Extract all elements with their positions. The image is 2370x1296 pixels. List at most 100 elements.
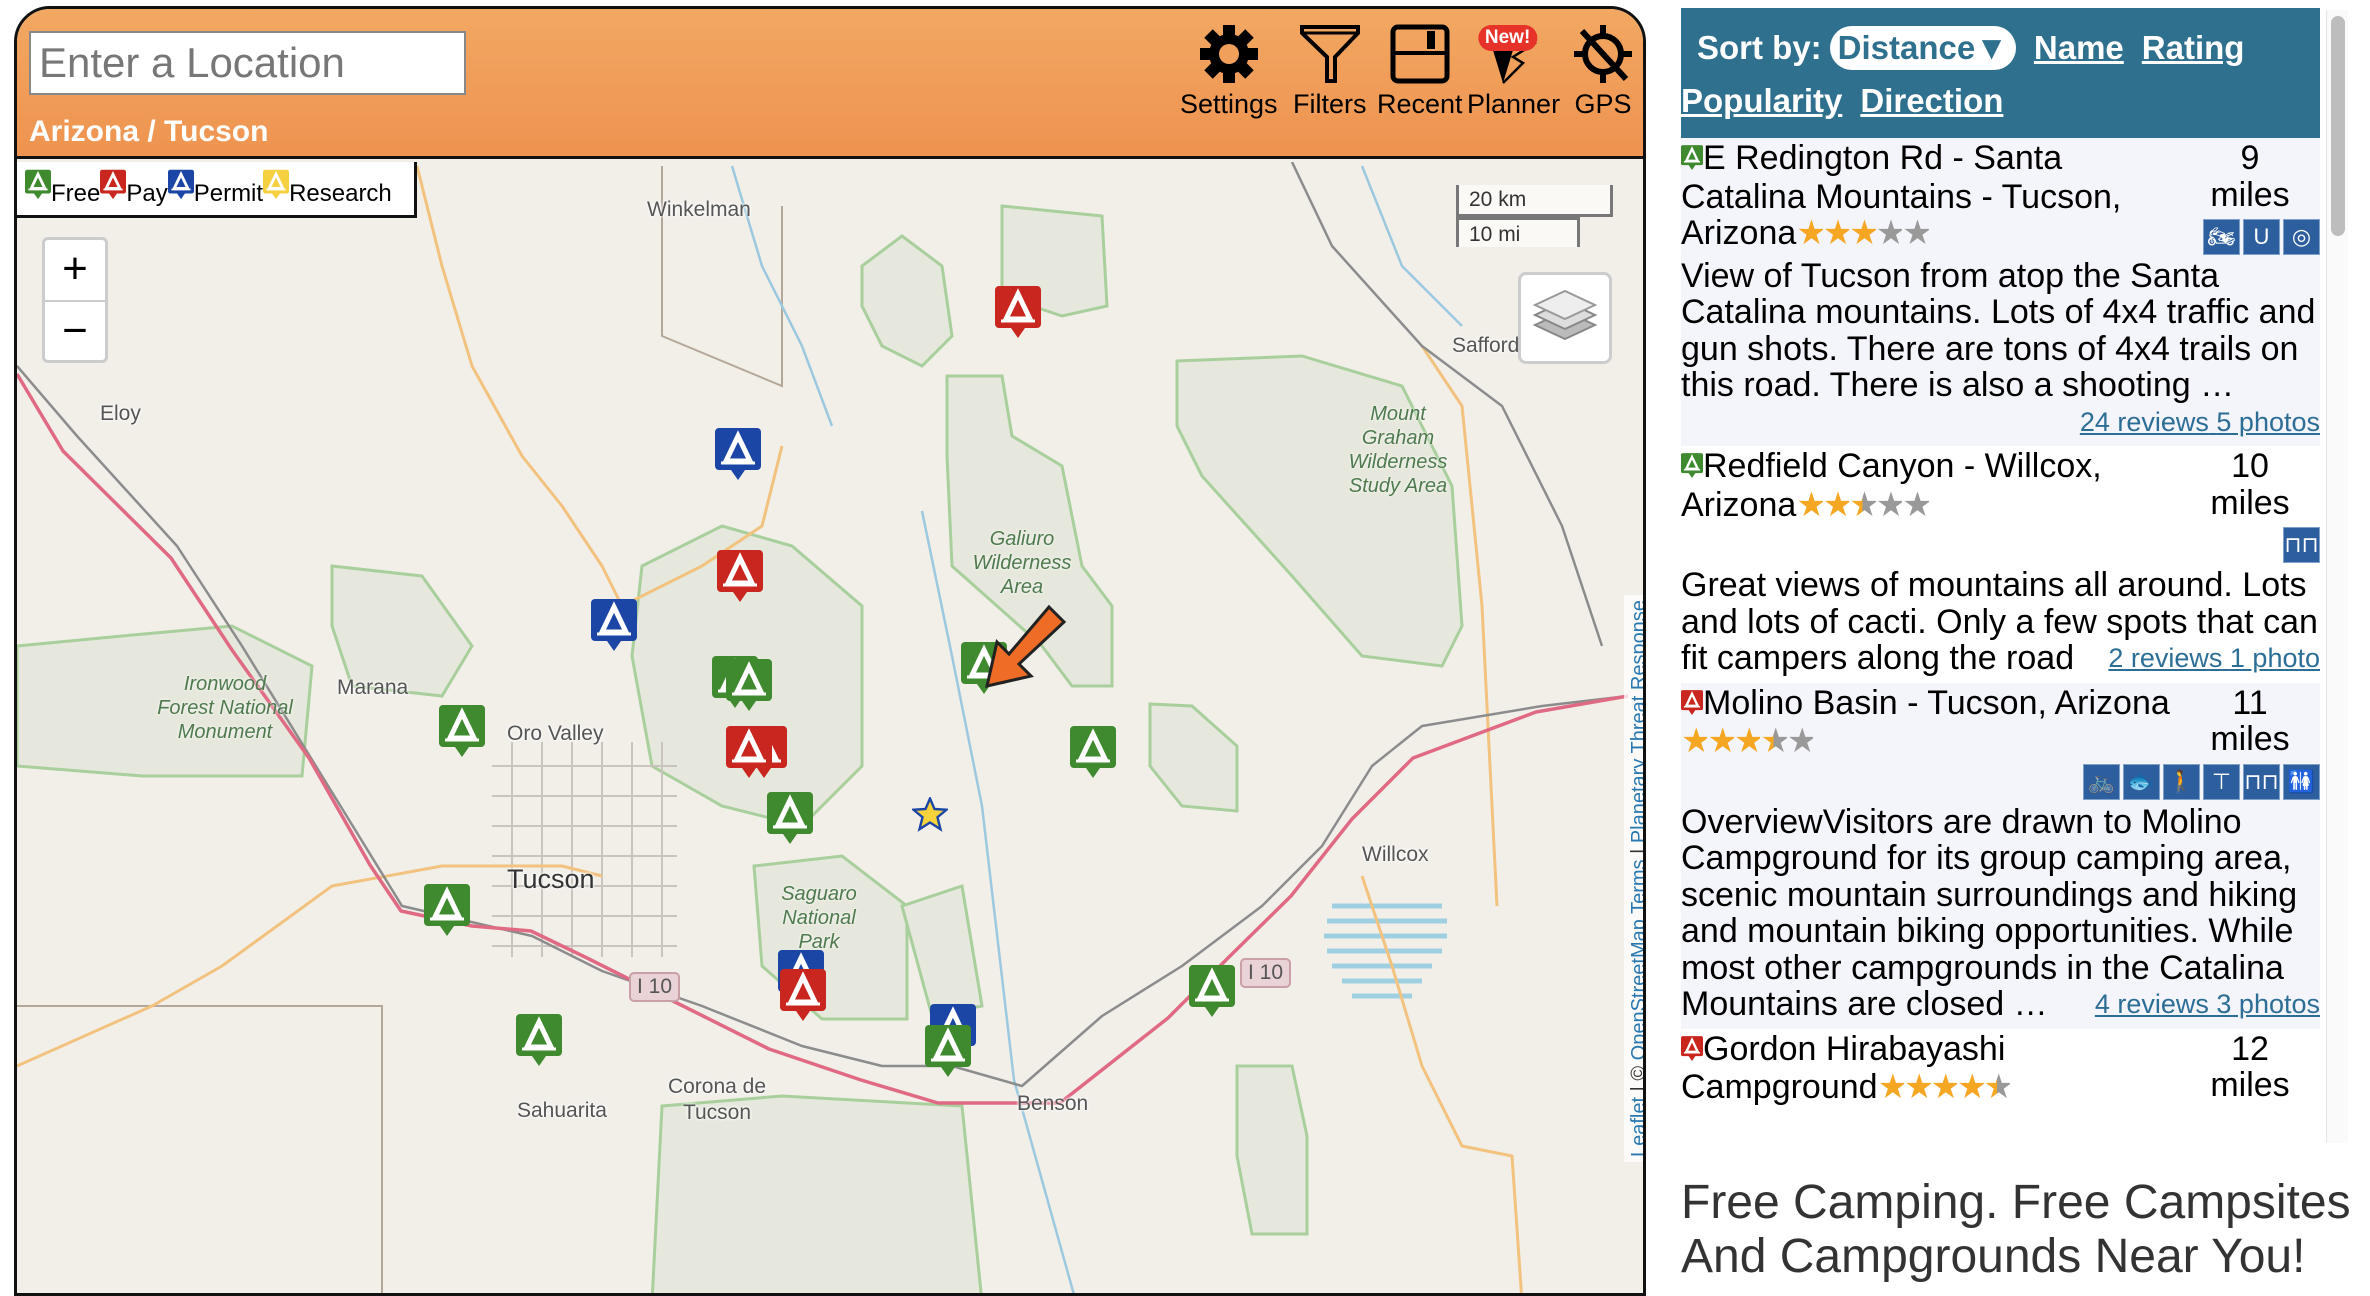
distance-unit: miles <box>2210 1066 2290 1104</box>
distance-value: 11 <box>2232 683 2268 722</box>
sort-bar: Sort by: Distance▼ Name Rating Popularity Di… <box>1681 8 2320 138</box>
sort-name-link[interactable]: Name <box>2034 29 2124 67</box>
filters-button[interactable]: Filters <box>1293 23 1367 120</box>
zoom-control: + − <box>42 237 108 363</box>
result-item[interactable]: Redfield Canyon - Willcox, Arizona★★★★★ G… <box>1681 446 2320 683</box>
tent-pin-icon <box>100 169 127 208</box>
floppy-disk-icon <box>1390 24 1450 84</box>
recent-button[interactable]: Recent <box>1377 23 1463 120</box>
tent-pin-icon <box>263 169 290 208</box>
result-item[interactable]: Gordon Hirabayashi Campground★★★★★ 12 mil… <box>1681 1029 2320 1112</box>
star-rating: ★★★★★ <box>1796 485 1932 524</box>
campsite-marker-permit[interactable] <box>715 428 761 487</box>
leaflet-link[interactable]: Leaflet <box>1628 1097 1643 1157</box>
binoculars-icon: ⊓⊓ <box>2243 763 2280 800</box>
campsite-marker-pay[interactable] <box>717 550 763 609</box>
park-label: Mount Graham Wilderness Study Area <box>1348 403 1448 497</box>
highway-shield: I 10 <box>1240 958 1292 988</box>
park-label: Galiuro Wilderness Area <box>972 528 1072 598</box>
distance-unit: miles <box>2210 720 2290 758</box>
new-badge: New! <box>1477 25 1538 51</box>
map-canvas[interactable]: Winkelman Eloy Safford Marana Oro Valley… <box>17 162 1643 1293</box>
scenic-viewpoint-icon: ⊤ <box>2203 763 2240 800</box>
sort-popularity-link[interactable]: Popularity <box>1681 82 1842 119</box>
legend-item-pay[interactable]: Pay <box>100 169 168 208</box>
park-label: Saguaro National Park <box>781 883 857 953</box>
result-name[interactable]: Molino Basin - Tucson, Arizona <box>1703 684 2170 722</box>
location-arrow-icon <box>985 604 1067 688</box>
campsite-marker-free[interactable] <box>767 792 813 851</box>
location-search-input[interactable] <box>29 31 466 95</box>
place-label: Safford <box>1452 334 1520 357</box>
osm-link[interactable]: OpenStreetMap <box>1628 919 1643 1060</box>
breadcrumb[interactable]: Arizona / Tucson <box>29 115 268 149</box>
scrollbar-thumb[interactable] <box>2331 16 2345 236</box>
park-label: Ironwood Forest National Monument <box>157 673 293 743</box>
bicycle-icon: 🚲 <box>2083 763 2120 800</box>
distance-value: 9 <box>2240 139 2260 177</box>
campsite-marker-free[interactable] <box>925 1025 971 1084</box>
campsite-marker-pay[interactable] <box>780 969 826 1028</box>
city-grid <box>492 742 677 957</box>
header-bar: Arizona / Tucson Settings Filters Recent… <box>17 9 1643 159</box>
binoculars-icon: ⊓⊓ <box>2283 527 2320 563</box>
restrooms-icon: 🚻 <box>2283 763 2320 800</box>
campsite-marker-pay[interactable] <box>995 286 1041 345</box>
legend-item-permit[interactable]: Permit <box>167 169 263 208</box>
gps-button[interactable]: GPS <box>1572 23 1634 120</box>
result-item[interactable]: Molino Basin - Tucson, Arizona★★★★★ Overv… <box>1681 682 2320 1029</box>
hiking-icon: 🚶 <box>2163 763 2200 800</box>
funnel-icon <box>1299 25 1360 83</box>
tent-pin-icon <box>1681 450 1703 487</box>
zoom-out-button[interactable]: − <box>45 300 105 360</box>
map-panel: Arizona / Tucson Settings Filters Recent… <box>14 6 1646 1296</box>
campsite-marker-free[interactable] <box>516 1014 562 1073</box>
campsite-marker-pay[interactable] <box>726 726 772 785</box>
star-rating: ★★★★★ <box>1681 722 1817 760</box>
campsite-marker-free[interactable] <box>1070 726 1116 785</box>
campsite-marker-free[interactable] <box>1189 965 1235 1024</box>
tent-pin-icon <box>25 169 51 208</box>
sort-direction-link[interactable]: Direction <box>1860 82 2003 119</box>
distance-value: 10 <box>2231 447 2269 485</box>
campsite-marker-free[interactable] <box>726 659 772 718</box>
place-label: Sahuarita <box>517 1099 607 1122</box>
tent-pin-icon <box>1681 1033 1703 1070</box>
tagline: Free Camping. Free Campsites And Campgro… <box>1681 1176 2351 1283</box>
campsite-marker-free[interactable] <box>439 705 485 764</box>
distance-unit: miles <box>2210 175 2290 214</box>
atv-icon: 🏍 <box>2203 219 2240 255</box>
layers-icon <box>1532 289 1598 341</box>
result-item[interactable]: E Redington Rd - Santa Catalina Mountain… <box>1681 138 2320 446</box>
place-label: Marana <box>337 676 409 699</box>
target-icon: ◎ <box>2283 219 2320 255</box>
planner-button[interactable]: New! Planner <box>1467 23 1560 120</box>
star-rating: ★★★★★ <box>1877 1068 2014 1106</box>
current-location-star-icon <box>912 797 948 832</box>
tent-pin-icon <box>167 169 194 208</box>
legend-item-research[interactable]: Research <box>263 169 392 208</box>
map-attribution: Leaflet | © OpenStreetMap Terms | Planet… <box>1624 595 1643 1162</box>
campsite-marker-permit[interactable] <box>591 599 637 658</box>
place-label: Willcox <box>1362 843 1429 866</box>
campsite-marker-free[interactable] <box>424 884 470 943</box>
layers-button[interactable] <box>1518 272 1612 364</box>
zoom-in-button[interactable]: + <box>45 240 105 300</box>
planetary-threat-link[interactable]: Planetary Threat Response <box>1628 600 1643 843</box>
horseshoe-icon: U <box>2243 219 2280 255</box>
terms-link[interactable]: Terms <box>1628 859 1643 919</box>
sort-distance-button[interactable]: Distance▼ <box>1829 26 2016 70</box>
sidebar-scrollbar[interactable] <box>2326 10 2348 1143</box>
amenity-icons: 🏍 U ◎ <box>2203 219 2320 255</box>
legend-item-free[interactable]: Free <box>25 169 100 208</box>
sort-label: Sort by: <box>1697 29 1822 66</box>
tent-pin-icon <box>1681 142 1703 179</box>
place-label: Corona de Tucson <box>667 1075 767 1124</box>
star-rating: ★★★★★ <box>1796 214 1932 252</box>
distance-value: 12 <box>2231 1029 2269 1068</box>
highway-shield: I 10 <box>629 972 681 1002</box>
place-label: Winkelman <box>647 198 751 221</box>
results-sidebar: Sort by: Distance▼ Name Rating Popularity Di… <box>1681 8 2320 1143</box>
settings-button[interactable]: Settings <box>1180 23 1278 120</box>
sort-rating-link[interactable]: Rating <box>2142 29 2245 67</box>
